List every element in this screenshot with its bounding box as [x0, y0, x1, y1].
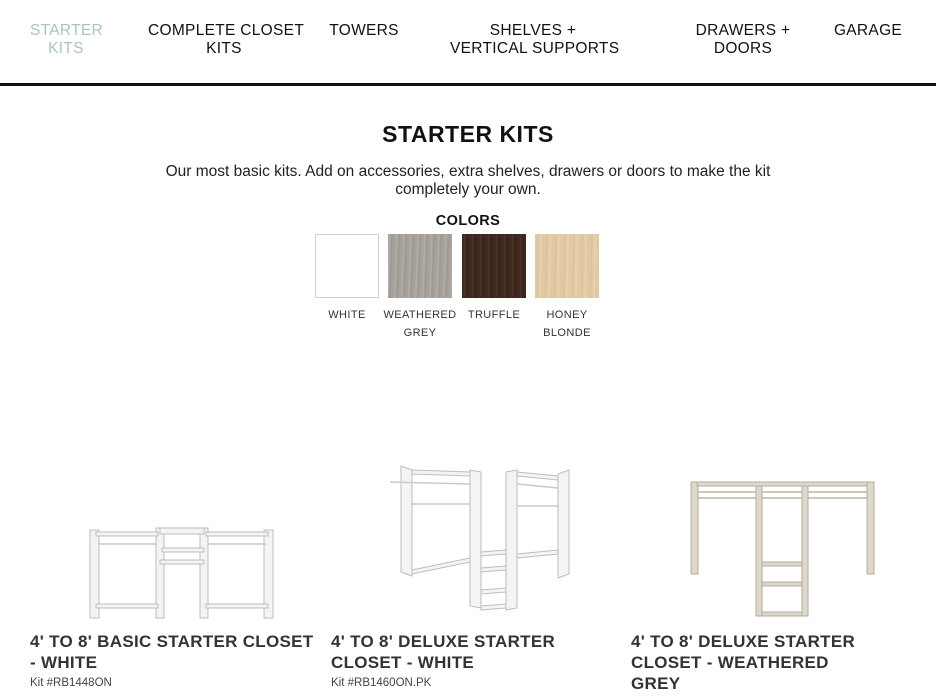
nav-label-line1: STARTER	[30, 22, 104, 39]
page-description: Our most basic kits. Add on accessories,…	[165, 163, 771, 198]
swatch-label-honey-blonde: HONEY BLONDE	[543, 309, 591, 339]
nav-item-drawers-doors[interactable]: DRAWERS + DOORS	[694, 22, 792, 58]
nav-label-line1: TOWERS	[329, 22, 399, 39]
nav-item-starter-kits[interactable]: STARTER KITS	[30, 22, 104, 58]
colors-heading: COLORS	[435, 213, 501, 229]
nav-label-line1: DRAWERS +	[695, 22, 791, 39]
nav-label-line2: VERTICAL SUPPORTS	[450, 40, 620, 57]
nav-item-shelves-vertical-supports[interactable]: SHELVES + VERTICAL SUPPORTS	[450, 22, 620, 58]
nav-label-line2: KITS	[206, 40, 242, 57]
nav-label-line2: DOORS	[713, 40, 773, 57]
nav-label-line1: SHELVES +	[489, 22, 577, 39]
page-title: STARTER KITS	[382, 121, 554, 147]
product-sku: Kit #RB1448ON	[30, 677, 112, 689]
top-navigation: STARTER KITS COMPLETE CLOSET KITS TOWERS…	[0, 0, 936, 86]
nav-item-complete-closet-kits[interactable]: COMPLETE CLOSET KITS	[148, 22, 305, 58]
nav-item-towers[interactable]: TOWERS	[328, 22, 400, 40]
basic-starter-closet-white-icon[interactable]	[86, 524, 278, 620]
deluxe-starter-closet-white-icon[interactable]	[386, 462, 576, 616]
nav-label-line1: COMPLETE CLOSET	[148, 22, 305, 39]
product-title-deluxe-starter-white[interactable]: 4' TO 8' DELUXE STARTER CLOSET - WHITE	[331, 631, 581, 673]
color-swatch-honey-blonde[interactable]	[535, 234, 599, 298]
deluxe-starter-closet-grey-icon[interactable]	[688, 478, 878, 618]
color-swatch-white[interactable]	[315, 234, 379, 298]
nav-item-garage[interactable]: GARAGE	[832, 22, 904, 40]
color-swatch-truffle[interactable]	[462, 234, 526, 298]
nav-label-line2: KITS	[48, 40, 84, 57]
product-title-basic-starter-white[interactable]: 4' TO 8' BASIC STARTER CLOSET - WHITE	[30, 631, 320, 673]
color-swatch-weathered-grey[interactable]	[388, 234, 452, 298]
nav-label-line1: GARAGE	[833, 22, 903, 39]
product-sku: Kit #RB1460ON.PK	[331, 677, 432, 689]
product-title-deluxe-starter-weathered-grey[interactable]: 4' TO 8' DELUXE STARTER CLOSET - WEATHER…	[631, 631, 871, 694]
